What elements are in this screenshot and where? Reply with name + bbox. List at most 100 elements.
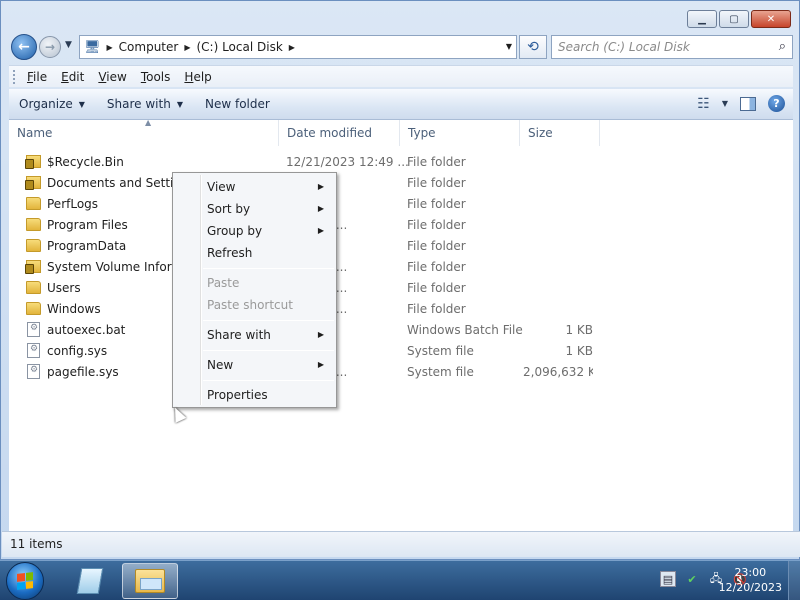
column-date-modified[interactable]: Date modified: [279, 120, 400, 146]
forward-button[interactable]: →: [39, 36, 61, 58]
refresh-icon: ⟲: [527, 39, 539, 55]
refresh-button[interactable]: ⟲: [519, 35, 547, 59]
command-bar: Organize ▼ Share with ▼ New folder ☷ ▼ ?: [9, 89, 793, 120]
address-bar[interactable]: 🖥 ▶ Computer ▶ (C:) Local Disk ▶ ▼: [79, 35, 517, 59]
table-row[interactable]: Documents and Settings9:53 PMFile folder: [9, 173, 793, 194]
table-row[interactable]: System Volume Informa3 12:44 ...File fol…: [9, 257, 793, 278]
column-date-label: Date modified: [287, 126, 373, 140]
address-dropdown-icon[interactable]: ▼: [506, 42, 512, 51]
menu-item-refresh[interactable]: Refresh: [175, 242, 334, 264]
table-row[interactable]: PerfLogs7:37 PMFile folder: [9, 194, 793, 215]
table-row[interactable]: pagefile.sys3 10:57 ...System file2,096,…: [9, 362, 793, 383]
status-bar: 11 items: [2, 531, 800, 557]
share-with-label: Share with: [106, 97, 171, 111]
menu-view[interactable]: View: [98, 70, 126, 84]
file-name: Documents and Settings: [47, 176, 177, 190]
breadcrumb-computer[interactable]: Computer: [119, 40, 179, 54]
table-row[interactable]: $Recycle.Bin 12/21/2023 12:49 ... File fol…: [9, 152, 793, 173]
table-row[interactable]: config.sys2:42 PMSystem file1 KB: [9, 341, 793, 362]
menu-item-paste: Paste: [175, 272, 334, 294]
windows-logo-icon: [17, 572, 33, 590]
column-name[interactable]: ▲ Name: [9, 118, 279, 146]
file-type: File folder: [407, 281, 466, 295]
file-type: File folder: [407, 239, 466, 253]
menu-item-view[interactable]: View ▶: [175, 176, 334, 198]
change-view-icon[interactable]: ☷: [697, 96, 710, 112]
file-type: File folder: [407, 176, 466, 190]
minimize-button[interactable]: ▁: [687, 10, 717, 28]
back-button[interactable]: ←: [11, 34, 37, 60]
recent-pages-dropdown[interactable]: ▼: [65, 40, 72, 50]
clock-time: 23:00: [734, 566, 767, 579]
clock[interactable]: 23:00 12/20/2023: [719, 565, 782, 595]
table-row[interactable]: autoexec.bat2:42 PMWindows Batch File1 K…: [9, 320, 793, 341]
menu-item-properties-label: Properties: [207, 388, 268, 402]
breadcrumb-local-disk[interactable]: (C:) Local Disk: [196, 40, 282, 54]
search-icon[interactable]: ⌕: [779, 39, 786, 54]
title-bar[interactable]: ▁ ▢ ✕: [1, 1, 799, 31]
table-row[interactable]: ProgramData9:53 PMFile folder: [9, 236, 793, 257]
views-dropdown-icon[interactable]: ▼: [722, 99, 728, 108]
submenu-arrow-icon: ▶: [317, 330, 324, 339]
action-center-icon[interactable]: ▤: [660, 571, 676, 587]
window-controls: ▁ ▢ ✕: [687, 10, 791, 28]
file-type: File folder: [407, 218, 466, 232]
menu-separator: [203, 268, 334, 269]
submenu-arrow-icon: ▶: [317, 360, 324, 369]
submenu-arrow-icon: ▶: [317, 204, 324, 213]
taskbar-explorer-app[interactable]: [122, 563, 178, 599]
table-row[interactable]: Program Files3 12:51 ...File folder: [9, 215, 793, 236]
preview-pane-icon[interactable]: [740, 96, 756, 111]
menu-tools[interactable]: Tools: [141, 70, 171, 84]
search-box[interactable]: ⌕: [551, 35, 793, 59]
breadcrumb-separator-icon[interactable]: ▶: [184, 43, 190, 52]
menu-item-sort-by[interactable]: Sort by ▶: [175, 198, 334, 220]
menu-file[interactable]: File: [27, 70, 47, 84]
file-type: File folder: [407, 302, 466, 316]
column-size[interactable]: Size: [520, 120, 600, 146]
file-name: ProgramData: [47, 239, 127, 253]
menu-item-new-label: New: [207, 358, 234, 372]
menubar-grip: [13, 70, 16, 84]
table-row[interactable]: Windows3 12:56 ...File folder: [9, 299, 793, 320]
file-icon: [27, 364, 40, 379]
file-type: File folder: [407, 197, 466, 211]
file-list-pane[interactable]: ▲ Name Date modified Type Size $Recycle.…: [9, 118, 793, 531]
new-folder-button[interactable]: New folder: [195, 97, 280, 111]
maximize-button[interactable]: ▢: [719, 10, 749, 28]
file-size: 2,096,632 KB: [523, 365, 593, 379]
menu-item-share-with[interactable]: Share with ▶: [175, 324, 334, 346]
menu-edit[interactable]: Edit: [61, 70, 84, 84]
show-desktop-button[interactable]: [788, 561, 800, 600]
menu-help[interactable]: Help: [184, 70, 211, 84]
arrow-right-icon: →: [44, 40, 56, 54]
start-button[interactable]: [6, 562, 44, 600]
breadcrumb-separator-icon[interactable]: ▶: [107, 43, 113, 52]
locked-folder-icon: [25, 176, 41, 190]
menu-separator: [203, 320, 334, 321]
file-name: autoexec.bat: [47, 323, 126, 337]
menu-item-properties[interactable]: Properties: [175, 384, 334, 406]
menu-item-new[interactable]: New ▶: [175, 354, 334, 376]
breadcrumb-separator-icon[interactable]: ▶: [289, 43, 295, 52]
notepad-icon: [76, 568, 104, 594]
column-type[interactable]: Type: [400, 120, 520, 146]
security-check-icon[interactable]: ✔: [684, 571, 700, 587]
organize-label: Organize: [19, 97, 73, 111]
folder-icon: [26, 302, 41, 315]
close-button[interactable]: ✕: [751, 10, 791, 28]
taskbar-notes-app[interactable]: [62, 563, 118, 599]
file-type: Windows Batch File: [407, 323, 523, 337]
share-with-button[interactable]: Share with ▼: [97, 97, 193, 111]
file-type: File folder: [407, 260, 466, 274]
organize-button[interactable]: Organize ▼: [9, 97, 95, 111]
help-icon[interactable]: ?: [768, 95, 785, 112]
search-input[interactable]: [558, 40, 768, 54]
menu-item-group-by[interactable]: Group by ▶: [175, 220, 334, 242]
menu-item-paste-shortcut: Paste shortcut: [175, 294, 334, 316]
column-type-label: Type: [408, 126, 436, 140]
file-type: File folder: [407, 155, 466, 169]
table-row[interactable]: Users3 12:49 ...File folder: [9, 278, 793, 299]
file-icon: [27, 343, 40, 358]
context-menu: View ▶ Sort by ▶ Group by ▶ Refresh Past…: [172, 172, 337, 408]
